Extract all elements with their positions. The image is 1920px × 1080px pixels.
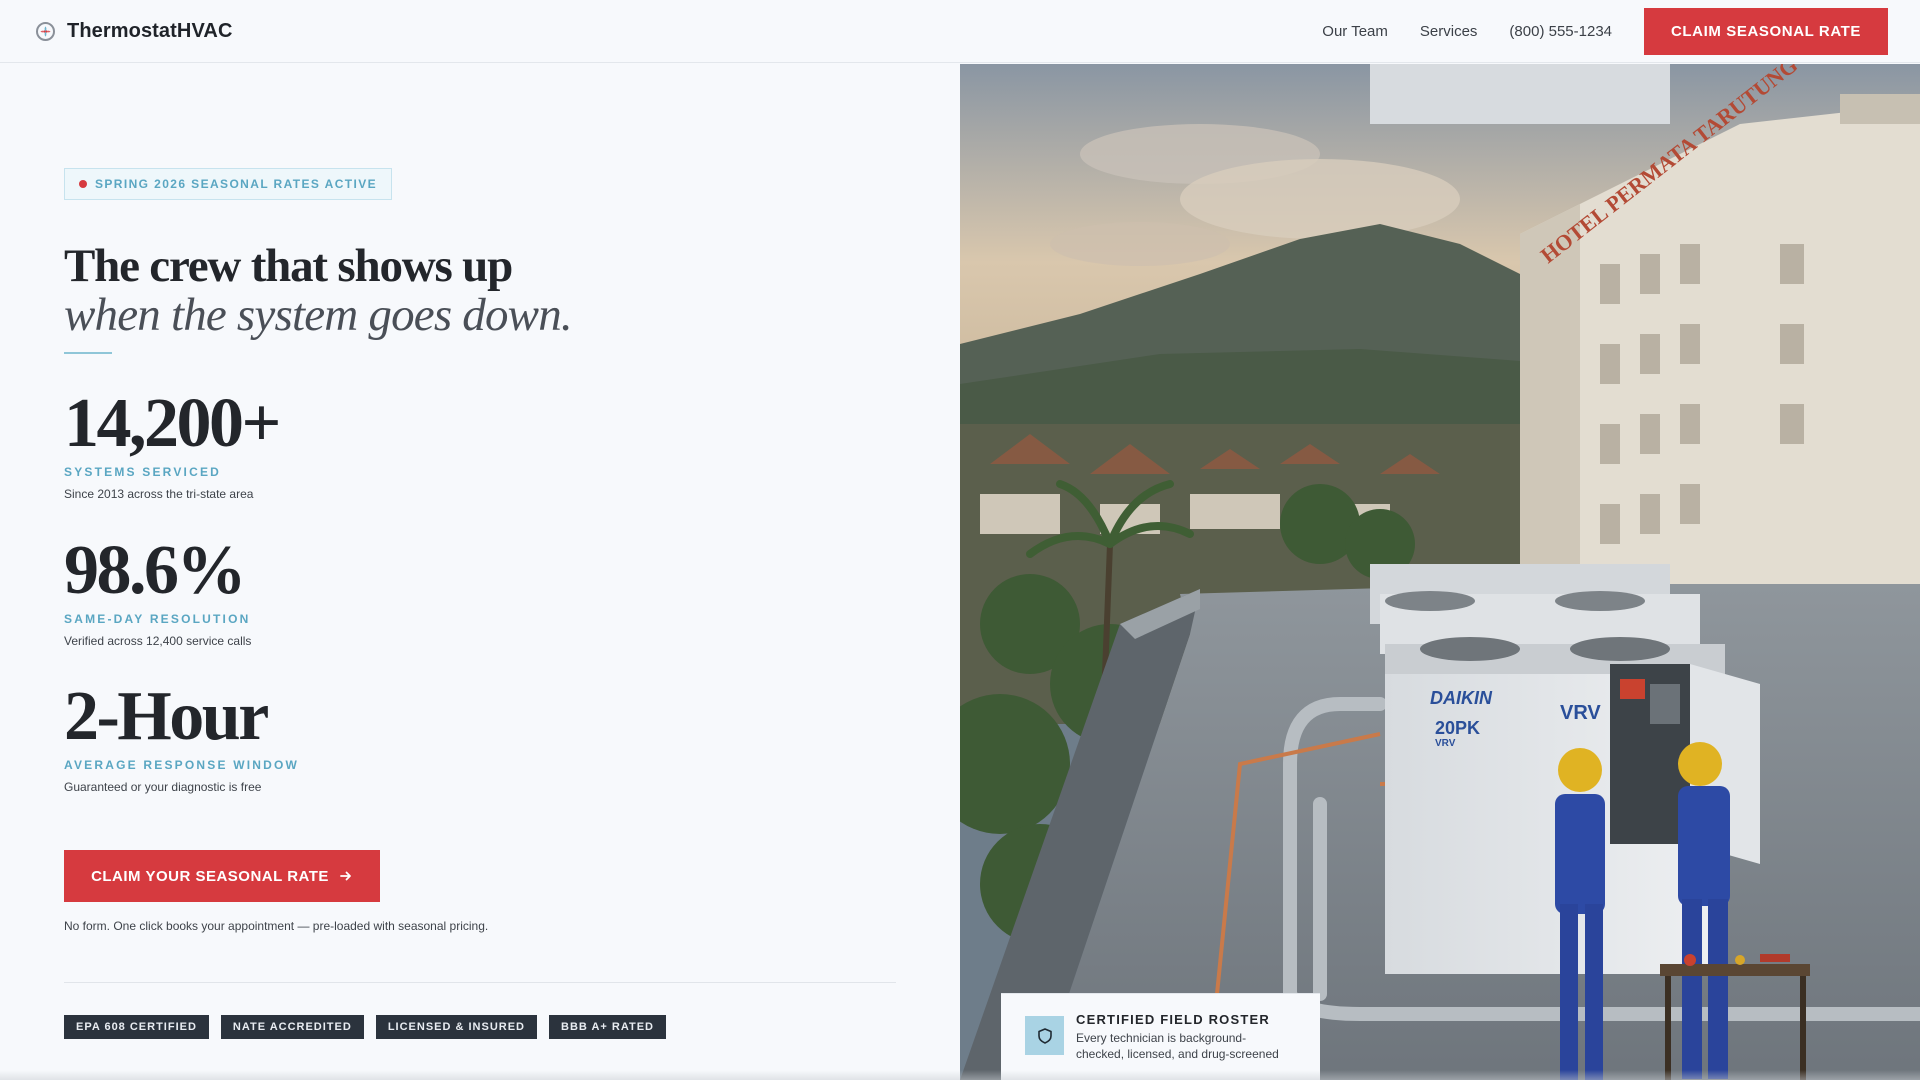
- nav-services[interactable]: Services: [1420, 23, 1478, 40]
- shield-icon: [1025, 1016, 1064, 1055]
- cert-badge: EPA 608 CERTIFIED: [64, 1015, 209, 1039]
- stat-systems-serviced: 14,200+ SYSTEMS SERVICED Since 2013 acro…: [64, 385, 281, 502]
- arrow-right-icon: [339, 869, 353, 883]
- headline-line2: when the system goes down.: [64, 289, 573, 341]
- unit-sub-text: VRV: [1435, 738, 1456, 749]
- brand-name: ThermostatHVAC: [67, 20, 233, 42]
- main-nav: Our Team Services (800) 555-1234 CLAIM S…: [1322, 0, 1888, 63]
- stat-same-day-resolution: 98.6% SAME-DAY RESOLUTION Verified acros…: [64, 532, 252, 649]
- rooftop-technicians-image: HOTEL PERMATA TARUTUNG DAIKIN VRV 20PK V…: [960, 64, 1920, 1080]
- brand[interactable]: ThermostatHVAC: [36, 0, 233, 63]
- cert-badge: BBB A+ RATED: [549, 1015, 666, 1039]
- stat-desc: Since 2013 across the tri-state area: [64, 487, 254, 501]
- unit-brand-text: DAIKIN: [1430, 688, 1493, 708]
- stat-value: 14,200+: [64, 385, 281, 462]
- cert-badge: NATE ACCREDITED: [220, 1015, 364, 1039]
- site-header: ThermostatHVAC Our Team Services (800) 5…: [0, 0, 1920, 63]
- stat-desc: Guaranteed or your diagnostic is free: [64, 780, 262, 794]
- season-badge-text: SPRING 2026 SEASONAL RATES ACTIVE: [95, 177, 378, 191]
- phone-link[interactable]: (800) 555-1234: [1509, 23, 1612, 40]
- unit-model-text: VRV: [1560, 702, 1601, 724]
- claim-your-seasonal-rate-button[interactable]: CLAIM YOUR SEASONAL RATE: [64, 850, 380, 902]
- stat-value: 2-Hour: [64, 678, 269, 755]
- certified-field-roster-card: CERTIFIED FIELD ROSTER Every technician …: [1001, 993, 1320, 1080]
- stat-label: AVERAGE RESPONSE WINDOW: [64, 758, 300, 772]
- headline-divider: [64, 352, 112, 354]
- fan-icon: [36, 22, 55, 41]
- hero-headline: The crew that shows up when the system g…: [64, 240, 573, 341]
- certification-badges: EPA 608 CERTIFIED NATE ACCREDITED LICENS…: [64, 1015, 666, 1039]
- season-badge: SPRING 2026 SEASONAL RATES ACTIVE: [64, 168, 393, 200]
- stat-label: SAME-DAY RESOLUTION: [64, 612, 251, 626]
- nav-our-team[interactable]: Our Team: [1322, 23, 1388, 40]
- stat-value: 98.6%: [64, 532, 247, 609]
- bottom-fade: [0, 1070, 1920, 1080]
- hero-left: SPRING 2026 SEASONAL RATES ACTIVE The cr…: [0, 64, 960, 1080]
- stat-label: SYSTEMS SERVICED: [64, 465, 222, 479]
- status-dot: [79, 180, 87, 188]
- claim-seasonal-rate-button[interactable]: CLAIM SEASONAL RATE: [1644, 8, 1888, 55]
- stat-response-window: 2-Hour AVERAGE RESPONSE WINDOW Guarantee…: [64, 678, 300, 795]
- stat-desc: Verified across 12,400 service calls: [64, 634, 252, 648]
- headline-line1: The crew that shows up: [64, 240, 513, 292]
- roster-text: CERTIFIED FIELD ROSTER Every technician …: [1076, 1012, 1291, 1062]
- cta-label: CLAIM YOUR SEASONAL RATE: [91, 867, 329, 885]
- hero-photo: HOTEL PERMATA TARUTUNG DAIKIN VRV 20PK V…: [960, 64, 1920, 1080]
- roster-desc: Every technician is background-checked, …: [1076, 1031, 1279, 1061]
- unit-capacity-text: 20PK: [1435, 718, 1480, 738]
- roster-title: CERTIFIED FIELD ROSTER: [1076, 1012, 1270, 1027]
- cert-badge: LICENSED & INSURED: [375, 1015, 537, 1039]
- divider: [64, 982, 896, 983]
- cta-note: No form. One click books your appointmen…: [64, 919, 489, 933]
